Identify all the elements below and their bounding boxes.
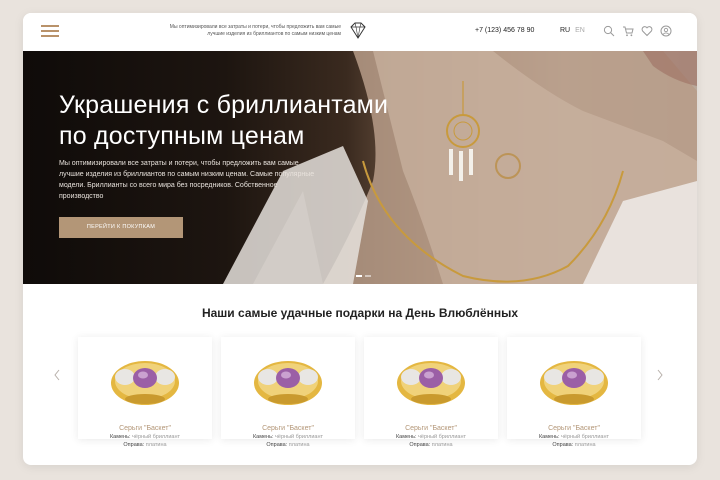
section-title: Наши самые удачные подарки на День Влюбл… — [201, 306, 519, 320]
language-switcher: RU EN — [560, 27, 585, 34]
product-meta: Камень: чёрный бриллиант Оправа: платина — [78, 433, 212, 449]
carousel-next-icon[interactable] — [655, 368, 665, 382]
product-card[interactable]: Серьги "Баскет" — [364, 337, 498, 439]
setting-value: платина — [288, 442, 310, 448]
setting-value: платина — [574, 442, 596, 448]
stone-label: Камень: — [395, 434, 417, 440]
phone-number[interactable]: +7 (123) 456 78 90 — [475, 27, 534, 34]
slider-dot[interactable] — [356, 275, 362, 277]
stone-value: чёрный бриллиант — [132, 434, 181, 440]
ring-image — [540, 361, 608, 405]
slider-dots — [356, 275, 371, 277]
product-name[interactable]: Серьги "Баскет" — [78, 425, 212, 432]
stone-label: Камень: — [109, 434, 131, 440]
product-carousel: Серьги "Баскет" Серьги "Баскет" Серьги "… — [78, 337, 641, 439]
product-card[interactable]: Серьги "Баскет" — [507, 337, 641, 439]
lang-en[interactable]: EN — [575, 27, 585, 34]
setting-value: платина — [431, 442, 453, 448]
ring-image — [111, 361, 179, 405]
header-icons — [603, 25, 672, 37]
ring-image — [254, 361, 322, 405]
setting-value: платина — [145, 442, 167, 448]
product-card[interactable]: Серьги "Баскет" — [221, 337, 355, 439]
header-tagline: Мы оптимизировали все затраты и потери, … — [169, 24, 341, 37]
cart-icon[interactable] — [622, 25, 634, 37]
setting-label: Оправа: — [552, 442, 574, 448]
user-icon[interactable] — [660, 25, 672, 37]
header: Мы оптимизировали все затраты и потери, … — [23, 13, 697, 51]
product-name[interactable]: Серьги "Баскет" — [221, 425, 355, 432]
setting-label: Оправа: — [266, 442, 288, 448]
shop-now-button[interactable]: ПЕРЕЙТИ К ПОКУПКАМ — [59, 217, 183, 238]
stone-value: чёрный бриллиант — [275, 434, 324, 440]
product-meta: Камень: чёрный бриллиант Оправа: платина — [507, 433, 641, 449]
slider-dot[interactable] — [365, 275, 371, 277]
hero-title: Украшения с бриллиантами по доступным це… — [59, 91, 389, 150]
diamond-logo-icon[interactable] — [348, 22, 368, 40]
product-meta: Камень: чёрный бриллиант Оправа: платина — [364, 433, 498, 449]
stone-value: чёрный бриллиант — [561, 434, 610, 440]
product-name[interactable]: Серьги "Баскет" — [364, 425, 498, 432]
product-name[interactable]: Серьги "Баскет" — [507, 425, 641, 432]
lang-ru[interactable]: RU — [560, 27, 570, 34]
product-card[interactable]: Серьги "Баскет" — [78, 337, 212, 439]
hero-banner: Украшения с бриллиантами по доступным це… — [23, 51, 697, 284]
product-meta: Камень: чёрный бриллиант Оправа: платина — [221, 433, 355, 449]
stone-value: чёрный бриллиант — [418, 434, 467, 440]
setting-label: Оправа: — [409, 442, 431, 448]
hero-description: Мы оптимизировали все затраты и потери, … — [59, 160, 315, 200]
search-icon[interactable] — [603, 25, 615, 37]
carousel-prev-icon[interactable] — [52, 368, 62, 382]
stone-label: Камень: — [252, 434, 274, 440]
menu-icon[interactable] — [41, 25, 59, 37]
stone-label: Камень: — [538, 434, 560, 440]
ring-image — [397, 361, 465, 405]
setting-label: Оправа: — [123, 442, 145, 448]
heart-icon[interactable] — [641, 25, 653, 37]
